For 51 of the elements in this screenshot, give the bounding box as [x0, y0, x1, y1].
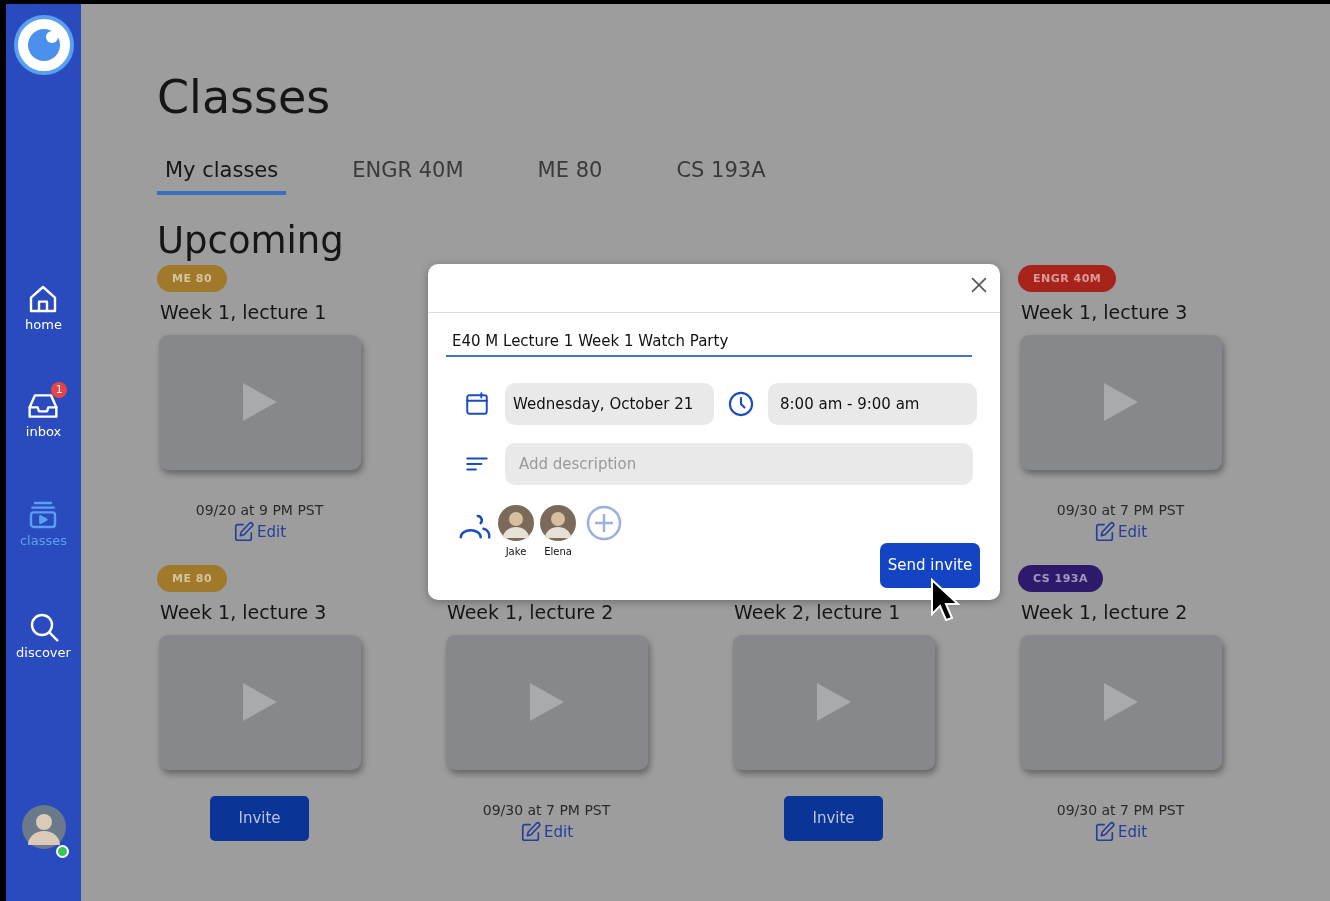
tab[interactable]: CS 193A [668, 155, 774, 195]
schedule-text: 09/20 at 9 PM PST [195, 500, 324, 520]
tab[interactable]: My classes [157, 155, 287, 195]
play-icon [527, 681, 566, 724]
clock-icon [727, 389, 755, 418]
send-invite-button[interactable]: Send invite [880, 543, 980, 588]
sidebar-item[interactable]: home [17, 275, 70, 335]
lecture-title: Week 1, lecture 2 [1021, 600, 1188, 626]
play-icon [1101, 381, 1140, 424]
tab[interactable]: ME 80 [529, 155, 611, 195]
lecture-title: Week 1, lecture 1 [160, 300, 327, 326]
tab[interactable]: ENGR 40M [344, 155, 472, 195]
description-field[interactable]: Add description [505, 442, 973, 485]
play-icon [240, 681, 279, 724]
lecture-title: Week 1, lecture 3 [1021, 300, 1188, 326]
invitee-avatar[interactable] [540, 504, 576, 541]
lecture-title: Week 1, lecture 2 [447, 600, 614, 626]
schedule-text: 09/30 at 7 PM PST [1056, 500, 1185, 520]
sidebar-item[interactable]: inbox 1 [17, 381, 70, 441]
course-tag: ME 80 [157, 265, 228, 293]
edit-icon [1093, 520, 1116, 543]
play-icon [814, 681, 853, 724]
time-field[interactable]: 8:00 am - 9:00 am [768, 382, 977, 425]
lecture-title: Week 2, lecture 1 [734, 600, 901, 626]
calendar-icon [464, 390, 490, 417]
invitee-name: Jake [505, 544, 527, 559]
course-tag: ENGR 40M [1018, 265, 1117, 293]
section-title: Upcoming [157, 218, 345, 264]
play-icon [240, 381, 279, 424]
play-icon [1101, 681, 1140, 724]
edit-link[interactable]: Edit [519, 820, 574, 844]
invite-button[interactable]: Invite [210, 795, 309, 841]
date-field[interactable]: Wednesday, October 21 [505, 382, 714, 425]
lecture-title: Week 1, lecture 3 [160, 600, 327, 626]
sidebar-item[interactable]: discover [8, 602, 79, 662]
user-avatar[interactable] [21, 805, 66, 849]
page-title: Classes [157, 70, 332, 126]
edit-icon [232, 520, 255, 543]
schedule-text: 09/30 at 7 PM PST [1056, 800, 1185, 820]
schedule-text: 09/30 at 7 PM PST [482, 800, 611, 820]
edit-icon [1093, 820, 1116, 843]
invite-button[interactable]: Invite [784, 795, 883, 841]
notification-badge: 1 [51, 381, 68, 398]
edit-link[interactable]: Edit [1093, 520, 1148, 544]
edit-link[interactable]: Edit [232, 520, 287, 544]
edit-link[interactable]: Edit [1093, 820, 1148, 844]
course-tag: CS 193A [1018, 565, 1103, 593]
invitee-name: Elena [544, 544, 572, 559]
course-tag: ME 80 [157, 565, 228, 593]
edit-icon [519, 820, 542, 843]
invitee-avatar[interactable] [498, 504, 534, 541]
